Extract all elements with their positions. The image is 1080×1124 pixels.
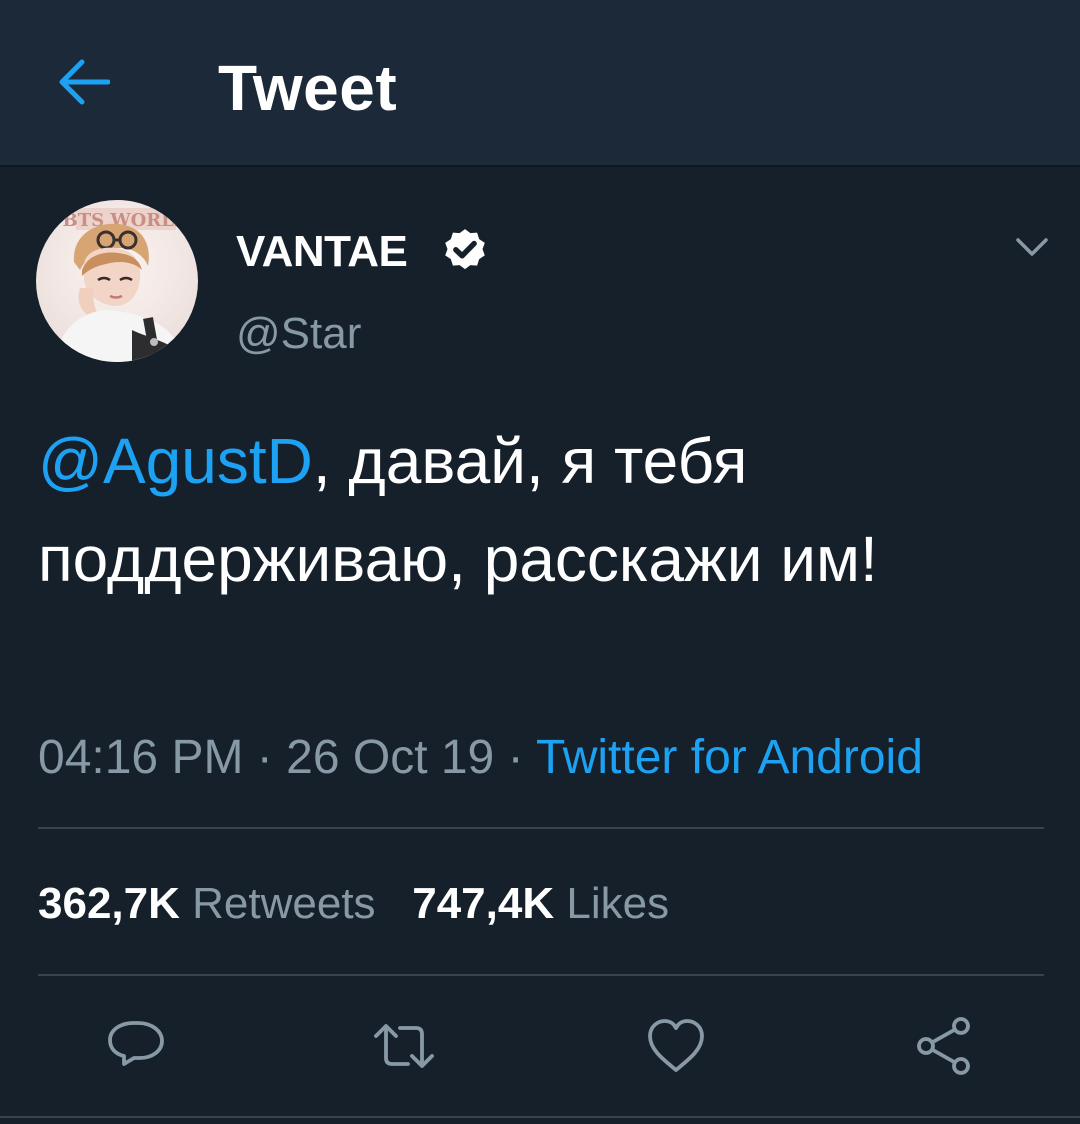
chevron-down-icon[interactable] bbox=[1010, 226, 1054, 266]
bottom-divider bbox=[0, 1116, 1080, 1118]
verified-badge-icon bbox=[445, 229, 485, 270]
mention-link[interactable]: @AgustD bbox=[38, 425, 313, 497]
meta-separator: · bbox=[256, 731, 273, 784]
tweet-stats: 362,7K Retweets 747,4K Likes bbox=[38, 876, 669, 932]
retweets-count: 362,7K bbox=[38, 879, 180, 928]
back-button[interactable] bbox=[54, 52, 114, 112]
tweet-text: @AgustD, давай, я тебя поддерживаю, расс… bbox=[38, 412, 1048, 608]
share-icon[interactable] bbox=[912, 1014, 976, 1078]
divider bbox=[38, 827, 1044, 829]
retweets-stat[interactable]: 362,7K Retweets bbox=[38, 879, 376, 928]
tweet-time: 04:16 PM bbox=[38, 731, 244, 784]
likes-stat[interactable]: 747,4K Likes bbox=[412, 879, 669, 928]
retweet-icon[interactable] bbox=[372, 1014, 436, 1078]
page-title: Tweet bbox=[218, 52, 398, 124]
avatar-image: BTS WORLD bbox=[36, 200, 198, 362]
like-icon[interactable] bbox=[644, 1014, 708, 1078]
tweet-meta: 04:16 PM · 26 Oct 19 · Twitter for Andro… bbox=[38, 728, 923, 788]
likes-label: Likes bbox=[566, 879, 670, 928]
likes-count: 747,4K bbox=[412, 879, 555, 928]
author-display-name[interactable]: VANTAE bbox=[236, 224, 408, 280]
tweet-date: 26 Oct 19 bbox=[286, 731, 495, 784]
top-bar: Tweet bbox=[0, 0, 1080, 167]
arrow-left-icon bbox=[59, 59, 110, 105]
avatar[interactable]: BTS WORLD bbox=[36, 200, 198, 362]
meta-separator: · bbox=[507, 731, 524, 784]
divider bbox=[38, 974, 1044, 976]
retweets-label: Retweets bbox=[192, 879, 376, 928]
tweet-source-link[interactable]: Twitter for Android bbox=[536, 731, 923, 784]
author-handle[interactable]: @Star bbox=[236, 306, 361, 362]
reply-icon[interactable] bbox=[104, 1014, 168, 1078]
